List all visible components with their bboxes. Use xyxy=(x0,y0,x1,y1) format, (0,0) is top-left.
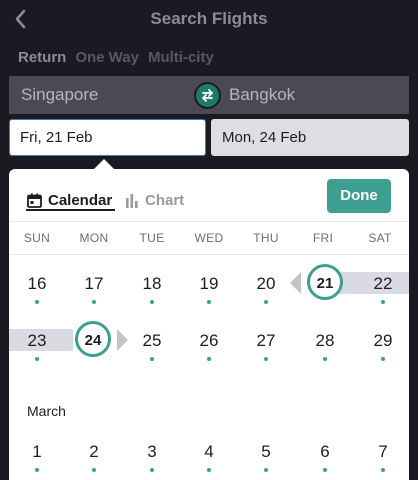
day-number: 4 xyxy=(204,442,214,461)
day-cell[interactable]: 23 xyxy=(17,330,57,366)
day-cell[interactable]: 17 xyxy=(74,273,114,309)
day-number: 22 xyxy=(373,274,393,293)
price-dot xyxy=(207,468,211,472)
day-number: 2 xyxy=(89,442,99,461)
day-number: 19 xyxy=(199,274,219,293)
day-number: 16 xyxy=(27,274,47,293)
day-cell[interactable]: 4 xyxy=(189,441,229,477)
day-number: 29 xyxy=(373,331,393,350)
date-grid: 16 17 18 19 20 21 22 23 24 25 26 27 28 2… xyxy=(9,169,409,480)
price-dot xyxy=(207,357,211,361)
day-number: 1 xyxy=(32,442,42,461)
day-cell[interactable]: 2 xyxy=(74,441,114,477)
price-dot xyxy=(207,300,211,304)
day-number: 24 xyxy=(84,332,102,349)
price-dot xyxy=(92,468,96,472)
day-cell-selected-depart[interactable]: 21 xyxy=(305,273,345,309)
return-date-field[interactable]: Mon, 24 Feb xyxy=(211,119,409,156)
calendar-sheet: Calendar Chart Done SUN MON TUE WED THU … xyxy=(9,169,409,480)
swap-button[interactable] xyxy=(194,82,221,109)
price-dot xyxy=(264,300,268,304)
origin-field[interactable]: Singapore xyxy=(9,76,209,114)
price-dot xyxy=(35,468,39,472)
price-dot xyxy=(35,357,39,361)
day-cell[interactable]: 25 xyxy=(132,330,172,366)
price-dot xyxy=(323,357,327,361)
day-number: 23 xyxy=(27,331,47,350)
price-dot xyxy=(150,468,154,472)
day-number: 18 xyxy=(142,274,162,293)
price-dot xyxy=(150,357,154,361)
day-cell[interactable]: 18 xyxy=(132,273,172,309)
price-dot xyxy=(150,300,154,304)
day-cell[interactable]: 20 xyxy=(246,273,286,309)
day-cell[interactable]: 26 xyxy=(189,330,229,366)
day-number: 3 xyxy=(147,442,157,461)
day-cell[interactable]: 5 xyxy=(246,441,286,477)
range-start-arrow xyxy=(290,272,301,294)
day-number: 20 xyxy=(256,274,276,293)
month-label: March xyxy=(27,403,66,419)
price-dot xyxy=(381,300,385,304)
tab-one-way[interactable]: One Way xyxy=(75,49,139,66)
day-cell[interactable]: 22 xyxy=(363,273,403,309)
day-number: 6 xyxy=(320,442,330,461)
tab-multi-city[interactable]: Multi-city xyxy=(148,49,214,66)
day-cell[interactable]: 6 xyxy=(305,441,345,477)
day-cell[interactable]: 3 xyxy=(132,441,172,477)
day-cell[interactable]: 19 xyxy=(189,273,229,309)
range-end-arrow xyxy=(117,329,128,351)
day-cell[interactable]: 1 xyxy=(17,441,57,477)
day-number: 21 xyxy=(316,275,334,292)
tab-return[interactable]: Return xyxy=(18,49,66,66)
day-number: 17 xyxy=(84,274,104,293)
day-number: 27 xyxy=(256,331,276,350)
depart-date-field[interactable]: Fri, 21 Feb xyxy=(9,119,206,156)
price-dot xyxy=(381,468,385,472)
trip-type-tabs: Return One Way Multi-city xyxy=(18,49,214,66)
day-cell-selected-return[interactable]: 24 xyxy=(73,330,113,366)
day-number: 28 xyxy=(315,331,335,350)
day-number: 25 xyxy=(142,331,162,350)
day-number: 26 xyxy=(199,331,219,350)
price-dot xyxy=(35,300,39,304)
swap-icon xyxy=(202,89,213,102)
day-number: 5 xyxy=(261,442,271,461)
day-cell[interactable]: 16 xyxy=(17,273,57,309)
destination-field[interactable]: Bangkok xyxy=(209,76,409,114)
day-cell[interactable]: 28 xyxy=(305,330,345,366)
price-dot xyxy=(381,357,385,361)
price-dot xyxy=(264,357,268,361)
day-cell[interactable]: 27 xyxy=(246,330,286,366)
day-cell[interactable]: 29 xyxy=(363,330,403,366)
day-cell[interactable]: 7 xyxy=(363,441,403,477)
price-dot xyxy=(323,468,327,472)
price-dot xyxy=(92,300,96,304)
day-number: 7 xyxy=(378,442,388,461)
price-dot xyxy=(264,468,268,472)
top-bar: Search Flights xyxy=(0,0,418,40)
page-title: Search Flights xyxy=(150,9,268,28)
